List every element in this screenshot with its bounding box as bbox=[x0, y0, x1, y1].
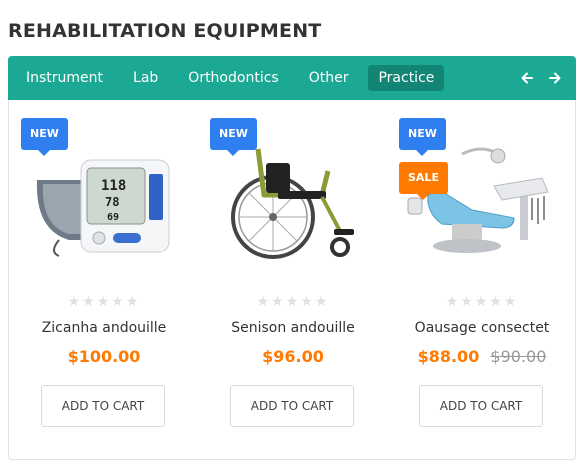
carousel-nav bbox=[520, 68, 562, 88]
price-row: $100.00 bbox=[9, 347, 199, 366]
product-name[interactable]: Zicanha andouille bbox=[9, 320, 199, 336]
tab-other[interactable]: Other bbox=[299, 65, 359, 91]
blood-pressure-monitor-icon: 118 78 69 bbox=[36, 159, 170, 257]
tab-practice[interactable]: Practice bbox=[368, 65, 445, 91]
wheelchair-icon bbox=[231, 148, 354, 259]
price-row: $88.00 $90.00 bbox=[387, 347, 577, 366]
category-tabbar: Instrument Lab Orthodontics Other Practi… bbox=[8, 56, 576, 100]
tab-orthodontics[interactable]: Orthodontics bbox=[178, 65, 288, 91]
product-price: $100.00 bbox=[67, 347, 141, 366]
product-name[interactable]: Oausage consectet bbox=[387, 320, 577, 336]
svg-text:69: 69 bbox=[107, 212, 119, 223]
rating-stars: ★★★★★ bbox=[67, 294, 141, 310]
svg-text:78: 78 bbox=[105, 195, 119, 209]
rating-stars: ★★★★★ bbox=[445, 294, 519, 310]
arrow-left-icon[interactable] bbox=[520, 68, 534, 88]
new-badge: NEW bbox=[210, 118, 257, 156]
add-to-cart-button[interactable]: ADD TO CART bbox=[230, 385, 354, 427]
new-badge: NEW bbox=[21, 118, 68, 156]
tab-lab[interactable]: Lab bbox=[123, 65, 168, 91]
product-name[interactable]: Senison andouille bbox=[198, 320, 388, 336]
arrow-right-icon[interactable] bbox=[548, 68, 562, 88]
product-card: NEW 118 78 69 ★★★★★ Zicanha andouille $1… bbox=[9, 100, 199, 455]
price-row: $96.00 bbox=[198, 347, 388, 366]
dental-chair-icon bbox=[407, 147, 549, 253]
product-grid: NEW 118 78 69 ★★★★★ Zicanha andouille $1… bbox=[8, 100, 576, 460]
new-badge: NEW bbox=[399, 118, 446, 156]
add-to-cart-button[interactable]: ADD TO CART bbox=[419, 385, 543, 427]
product-card: NEW SALE ★★★★★ Oausage consectet $88.00 … bbox=[387, 100, 577, 455]
product-price: $88.00 bbox=[417, 347, 480, 366]
product-old-price: $90.00 bbox=[490, 347, 547, 366]
product-card: NEW ★★★★★ Senison andouille $96.00 ADD T… bbox=[198, 100, 388, 455]
sale-badge: SALE bbox=[399, 162, 448, 200]
tab-instrument[interactable]: Instrument bbox=[16, 65, 113, 91]
rating-stars: ★★★★★ bbox=[256, 294, 330, 310]
section-title: REHABILITATION EQUIPMENT bbox=[8, 20, 322, 42]
product-price: $96.00 bbox=[262, 347, 324, 366]
add-to-cart-button[interactable]: ADD TO CART bbox=[41, 385, 165, 427]
svg-text:118: 118 bbox=[101, 178, 126, 194]
